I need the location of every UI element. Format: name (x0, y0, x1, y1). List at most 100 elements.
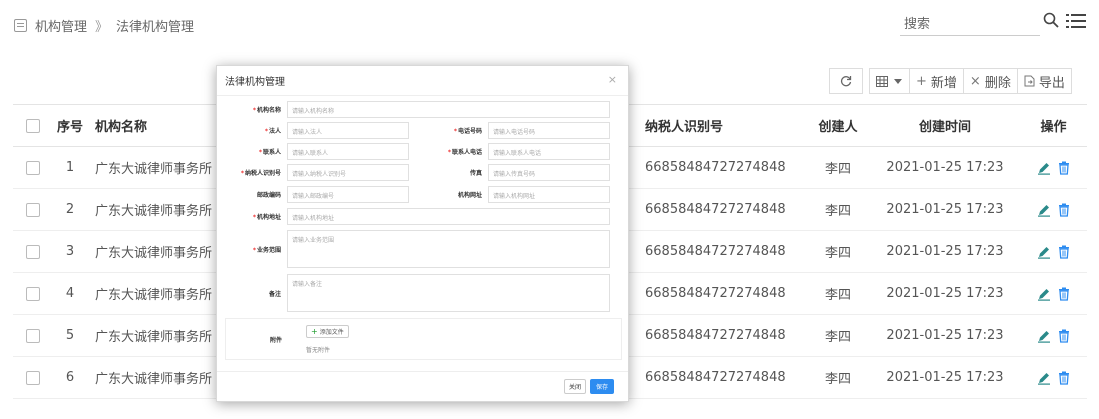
row-creator: 李四 (806, 314, 870, 357)
row-operations (1020, 314, 1087, 357)
select-all-checkbox[interactable] (26, 118, 40, 133)
address-input[interactable]: 请输入机构地址 (287, 208, 610, 225)
row-created-time: 2021-01-25 17:23 (870, 146, 1020, 189)
plus-icon: + (311, 327, 318, 336)
trash-icon[interactable] (1057, 203, 1071, 217)
postcode-input[interactable]: 请输入邮政编号 (287, 186, 409, 203)
org-name-label: *机构名称 (252, 107, 281, 114)
dialog-title: 法律机构管理 (225, 77, 285, 88)
edit-icon[interactable] (1037, 287, 1051, 301)
row-tax-id: 66858484727274848 (643, 314, 806, 357)
field-row-scope: *业务范围 请输入业务范围 (225, 230, 610, 268)
contact-input[interactable]: 请输入联系人 (287, 143, 409, 160)
postcode-label: 邮政编码 (256, 192, 281, 199)
row-checkbox-cell (13, 356, 53, 399)
legal-input[interactable]: 请输入法人 (287, 122, 409, 139)
trash-icon[interactable] (1057, 161, 1071, 175)
x-icon: × (969, 73, 981, 89)
row-checkbox-cell (13, 146, 53, 189)
add-file-button[interactable]: + 添加文件 (306, 325, 349, 338)
fax-input[interactable]: 请输入传真号码 (488, 164, 610, 181)
attachment-label: 附件 (269, 337, 282, 344)
row-checkbox-cell (13, 314, 53, 357)
row-creator: 李四 (806, 272, 870, 315)
address-label: *机构地址 (252, 214, 281, 221)
edit-icon[interactable] (1037, 329, 1051, 343)
row-checkbox[interactable] (26, 328, 40, 343)
header-operations: 操作 (1020, 104, 1087, 147)
caret-down-icon (894, 79, 902, 84)
row-index: 6 (53, 356, 87, 399)
row-index: 5 (53, 314, 87, 357)
export-button[interactable]: 导出 (1016, 68, 1072, 94)
phone-input[interactable]: 请输入电话号码 (488, 122, 610, 139)
org-name-input[interactable]: 请输入机构名称 (287, 101, 610, 118)
field-row-remark: 备注 请输入备注 (225, 274, 610, 312)
header-checkbox-cell (13, 104, 53, 147)
tax-id-input[interactable]: 请输入纳税人识别号 (287, 164, 409, 181)
dialog-footer: 关闭 保存 (217, 371, 628, 401)
header-index: 序号 (53, 104, 87, 147)
row-created-time: 2021-01-25 17:23 (870, 230, 1020, 273)
row-checkbox[interactable] (26, 160, 40, 175)
scope-textarea[interactable]: 请输入业务范围 (287, 230, 610, 268)
top-bar: 机构管理 》 法律机构管理 搜索 (0, 0, 1099, 56)
edit-icon[interactable] (1037, 203, 1051, 217)
row-creator: 李四 (806, 230, 870, 273)
add-file-label: 添加文件 (319, 329, 344, 336)
save-button[interactable]: 保存 (590, 379, 614, 394)
columns-button[interactable] (869, 68, 910, 94)
refresh-button[interactable] (829, 68, 863, 94)
row-operations (1020, 230, 1087, 273)
row-checkbox[interactable] (26, 202, 40, 217)
breadcrumb-current: 法律机构管理 (116, 20, 195, 35)
row-operations (1020, 188, 1087, 231)
page-icon (14, 19, 27, 32)
row-checkbox[interactable] (26, 370, 40, 385)
trash-icon[interactable] (1057, 371, 1071, 385)
breadcrumb-parent[interactable]: 机构管理 (35, 16, 87, 35)
row-checkbox[interactable] (26, 244, 40, 259)
header-created-time: 创建时间 (870, 104, 1020, 147)
list-menu-icon[interactable] (1066, 12, 1086, 30)
fax-label: 传真 (469, 170, 482, 177)
website-input[interactable]: 请输入机构网址 (488, 186, 610, 203)
field-row-attachment: 附件 + 添加文件 暂无附件 (225, 318, 622, 360)
search-icon[interactable] (1043, 12, 1059, 28)
row-operations (1020, 146, 1087, 189)
export-icon (1024, 75, 1035, 87)
row-created-time: 2021-01-25 17:23 (870, 356, 1020, 399)
row-checkbox-cell (13, 230, 53, 273)
row-creator: 李四 (806, 146, 870, 189)
edit-icon[interactable] (1037, 371, 1051, 385)
contact-phone-input[interactable]: 请输入联系人电话 (488, 143, 610, 160)
edit-icon[interactable] (1037, 161, 1051, 175)
row-creator: 李四 (806, 188, 870, 231)
row-checkbox[interactable] (26, 286, 40, 301)
header-creator: 创建人 (806, 104, 870, 147)
close-button[interactable]: 关闭 (564, 379, 586, 394)
add-button[interactable]: + 新增 (909, 68, 964, 94)
row-tax-id: 66858484727274848 (643, 272, 806, 315)
row-index: 4 (53, 272, 87, 315)
institution-edit-dialog: 法律机构管理 × *机构名称 请输入机构名称 *法人 请输入法人 *电话号码 请… (216, 65, 629, 402)
delete-button[interactable]: × 删除 (962, 68, 1018, 94)
dialog-close-icon[interactable]: × (608, 73, 617, 86)
row-index: 1 (53, 146, 87, 189)
field-row-postcode-website: 邮政编码 请输入邮政编号 机构网址 请输入机构网址 (225, 186, 610, 203)
remark-textarea[interactable]: 请输入备注 (287, 274, 610, 312)
table-toolbar: + 新增 × 删除 导出 (829, 68, 1072, 94)
row-checkbox-cell (13, 188, 53, 231)
trash-icon[interactable] (1057, 329, 1071, 343)
no-attachment-text: 暂无附件 (306, 347, 331, 354)
search-input[interactable]: 搜索 (900, 10, 1040, 36)
trash-icon[interactable] (1057, 287, 1071, 301)
row-created-time: 2021-01-25 17:23 (870, 188, 1020, 231)
trash-icon[interactable] (1057, 245, 1071, 259)
contact-label: *联系人 (258, 149, 281, 156)
row-tax-id: 66858484727274848 (643, 188, 806, 231)
breadcrumb-separator: 》 (95, 20, 109, 35)
phone-label: *电话号码 (453, 128, 482, 135)
field-row-org-name: *机构名称 请输入机构名称 (225, 101, 610, 118)
edit-icon[interactable] (1037, 245, 1051, 259)
